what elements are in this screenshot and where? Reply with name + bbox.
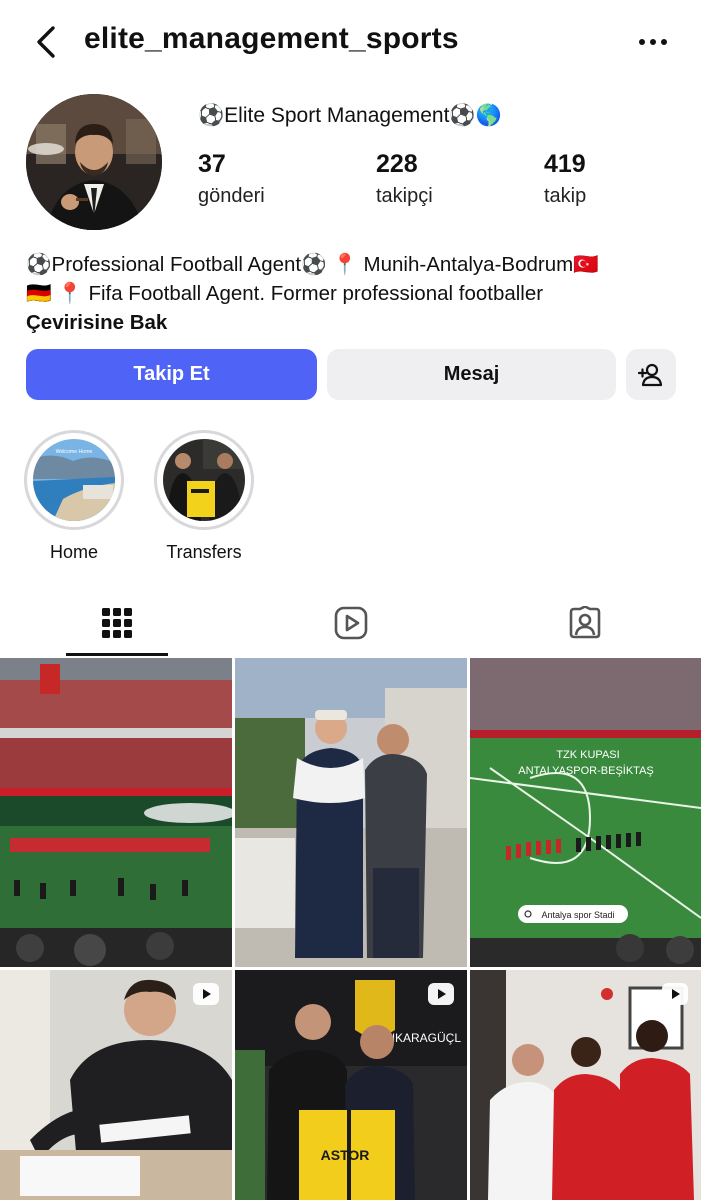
bio-line: ⚽Professional Football Agent⚽ 📍 Munih-An… bbox=[26, 253, 599, 276]
post-overlay-subtitle: ANTALYASPOR-BEŞİKTAŞ bbox=[518, 764, 654, 777]
highlight-ring bbox=[154, 430, 254, 530]
see-translation-link[interactable]: Çevirisine Bak bbox=[26, 308, 686, 337]
highlight-label: Home bbox=[49, 542, 98, 562]
reel-thumbnail[interactable]: ANKARAGÜÇL ASTOR bbox=[235, 970, 467, 1200]
profile-tabs bbox=[0, 590, 701, 658]
tab-tagged[interactable] bbox=[468, 590, 701, 656]
grid-icon bbox=[102, 608, 132, 638]
tagged-icon bbox=[569, 606, 601, 639]
highlight-transfers[interactable]: Transfers bbox=[152, 430, 256, 563]
back-button[interactable] bbox=[26, 22, 66, 62]
following-count[interactable]: 419 takip bbox=[544, 150, 586, 208]
post-thumbnail[interactable]: TZK KUPASI ANTALYASPOR-BEŞİKTAŞ Antalya … bbox=[470, 658, 701, 967]
chevron-left-icon bbox=[37, 26, 55, 58]
posts-count-value: 37 bbox=[198, 150, 226, 178]
post-thumbnail[interactable] bbox=[235, 658, 467, 967]
suggest-users-button[interactable] bbox=[626, 349, 676, 400]
posts-count[interactable]: 37 gönderi bbox=[198, 150, 265, 208]
bio-line: 🇩🇪 📍 Fifa Football Agent. Former profess… bbox=[26, 282, 544, 305]
reel-badge-icon bbox=[428, 983, 454, 1005]
reel-thumbnail[interactable] bbox=[0, 970, 232, 1200]
profile-avatar[interactable] bbox=[26, 94, 162, 230]
more-options-button[interactable] bbox=[631, 24, 675, 60]
highlight-cover-text: Welcome Home bbox=[56, 449, 93, 455]
highlight-label: Transfers bbox=[166, 542, 242, 562]
highlight-cover bbox=[163, 439, 245, 521]
followers-count-label: takipçi bbox=[376, 185, 433, 207]
profile-stats: 37 gönderi 228 takipçi 419 takip bbox=[198, 150, 668, 210]
message-button[interactable]: Mesaj bbox=[327, 349, 616, 400]
profile-display-name: ⚽Elite Sport Management⚽🌎 bbox=[198, 104, 502, 127]
highlight-ring: Welcome Home bbox=[24, 430, 124, 530]
following-count-value: 419 bbox=[544, 150, 586, 178]
posts-grid: TZK KUPASI ANTALYASPOR-BEŞİKTAŞ Antalya … bbox=[0, 658, 701, 1200]
profile-bio: ⚽Professional Football Agent⚽ 📍 Munih-An… bbox=[26, 250, 686, 337]
reel-thumbnail[interactable] bbox=[470, 970, 701, 1200]
tab-reels[interactable] bbox=[234, 590, 468, 656]
followers-count-value: 228 bbox=[376, 150, 418, 178]
posts-count-label: gönderi bbox=[198, 185, 265, 207]
highlight-cover: Welcome Home bbox=[33, 439, 115, 521]
reel-badge-icon bbox=[662, 983, 688, 1005]
following-count-label: takip bbox=[544, 185, 587, 207]
avatar-photo bbox=[26, 94, 162, 230]
post-overlay-title: TZK KUPASI bbox=[556, 749, 619, 761]
follow-button[interactable]: Takip Et bbox=[26, 349, 317, 400]
top-bar: elite_management_sports bbox=[0, 0, 701, 84]
jersey-text: ASTOR bbox=[321, 1147, 370, 1163]
active-tab-indicator bbox=[66, 653, 168, 656]
highlight-home[interactable]: Welcome Home Home bbox=[22, 430, 126, 563]
post-thumbnail[interactable] bbox=[0, 658, 232, 967]
followers-count[interactable]: 228 takipçi bbox=[376, 150, 433, 208]
post-location-tag: Antalya spor Stadi bbox=[541, 910, 614, 920]
profile-username: elite_management_sports bbox=[84, 22, 459, 55]
reels-icon bbox=[334, 606, 368, 640]
reel-badge-icon bbox=[193, 983, 219, 1005]
add-person-icon bbox=[638, 363, 663, 386]
more-horizontal-icon bbox=[639, 39, 667, 45]
tab-posts-grid[interactable] bbox=[0, 590, 234, 656]
